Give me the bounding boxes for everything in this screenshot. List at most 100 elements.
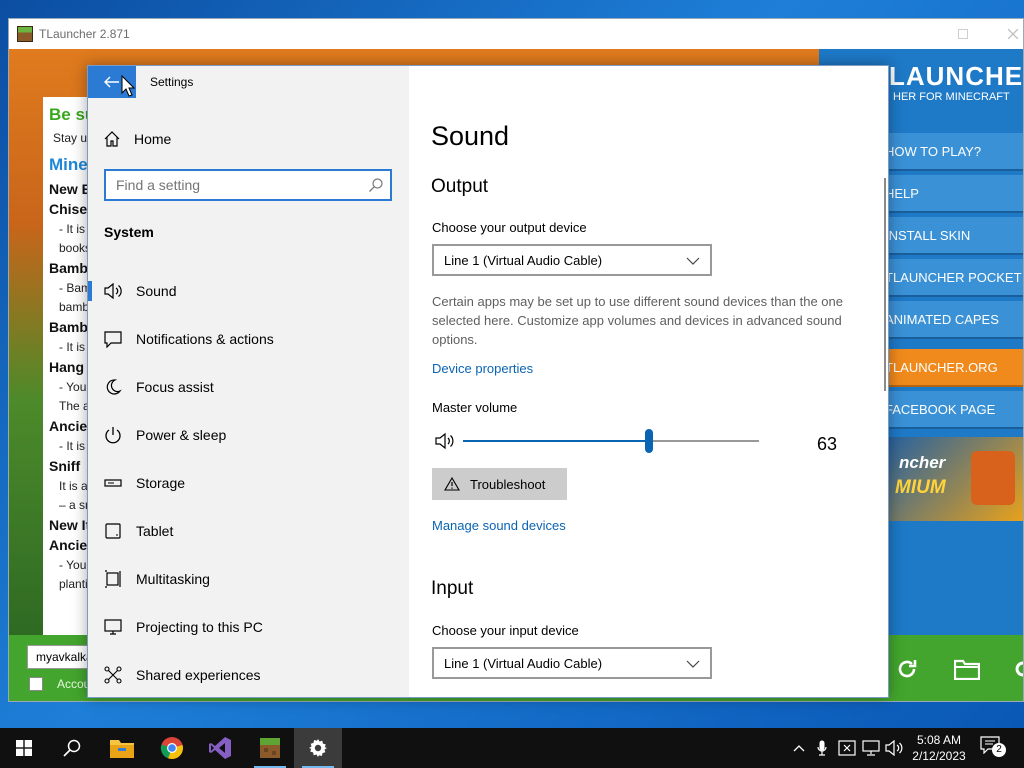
sidebar-item-focus-assist[interactable]: Focus assist (88, 365, 409, 409)
tlauncher-close-button[interactable] (993, 19, 1023, 49)
taskbar-search-button[interactable] (48, 728, 96, 768)
microphone-icon (817, 740, 827, 756)
input-device-label: Choose your input device (432, 623, 579, 638)
sidebar-item-label: Focus assist (136, 379, 214, 395)
tlauncher-menu-item[interactable]: INSTALL SKIN (879, 217, 1023, 255)
back-arrow-icon (104, 76, 119, 88)
sidebar-item-label: Sound (136, 283, 177, 299)
sidebar-item-label: Multitasking (136, 571, 210, 587)
home-icon (104, 131, 120, 147)
sidebar-item-projecting-to-this-pc[interactable]: Projecting to this PC (88, 605, 409, 649)
sidebar-item-tablet[interactable]: Tablet (88, 509, 409, 553)
gear-icon (1015, 661, 1023, 677)
tray-network[interactable] (862, 738, 880, 758)
refresh-icon (898, 660, 917, 678)
master-volume-slider-thumb[interactable] (645, 429, 654, 453)
sidebar-item-shared-experiences[interactable]: Shared experiences (88, 653, 409, 697)
search-icon (63, 739, 81, 757)
tlauncher-menu-item[interactable]: TLAUNCHER POCKET (879, 259, 1023, 297)
section-heading: System (104, 224, 154, 240)
power-icon (105, 427, 121, 444)
premium-text: ncher (899, 453, 946, 472)
premium-banner[interactable]: ncher MIUM (879, 437, 1023, 521)
settings-sidebar: Settings Home System Sound Notifications … (88, 66, 409, 697)
notification-count-badge: 2 (992, 743, 1006, 757)
minecraft-icon (260, 738, 280, 758)
premium-text: MIUM (895, 477, 946, 498)
output-device-value: Line 1 (Virtual Audio Cable) (444, 252, 603, 268)
taskbar-visual-studio[interactable] (196, 728, 244, 768)
logo-tagline: HER FOR MINECRAFT (893, 91, 1010, 103)
taskbar-settings[interactable] (294, 728, 342, 768)
output-heading: Output (431, 176, 489, 197)
clock-date: 2/12/2023 (912, 749, 966, 763)
chevron-down-icon (686, 257, 700, 265)
moon-icon (106, 379, 122, 395)
input-device-value: Line 1 (Virtual Audio Cable) (444, 655, 603, 671)
shared-icon (104, 666, 122, 684)
tlauncher-menu-item[interactable]: ANIMATED CAPES (879, 301, 1023, 339)
sidebar-item-storage[interactable]: Storage (88, 461, 409, 505)
file-explorer-icon (110, 740, 134, 758)
content-scrollbar[interactable] (884, 178, 886, 391)
sidebar-item-label: Storage (136, 475, 186, 491)
action-center-button[interactable]: 2 (980, 736, 1010, 760)
home-label: Home (134, 131, 172, 147)
multitasking-icon (105, 570, 121, 588)
account-checkbox[interactable] (29, 677, 43, 691)
input-heading: Input (431, 578, 474, 599)
account-checkbox-label: Accou (57, 677, 91, 691)
home-nav-item[interactable]: Home (104, 128, 171, 150)
mouse-cursor-icon (121, 75, 135, 97)
sidebar-item-label: Tablet (136, 523, 174, 539)
speaker-icon[interactable] (435, 432, 455, 450)
logo-text: LAUNCHER (889, 61, 1024, 91)
network-icon (862, 740, 880, 756)
folder-button[interactable] (953, 655, 981, 683)
sidebar-item-multitasking[interactable]: Multitasking (88, 557, 409, 601)
visual-studio-icon (209, 737, 231, 759)
tlauncher-maximize-button[interactable] (943, 19, 983, 49)
gear-button[interactable] (1009, 655, 1023, 683)
settings-window: Settings Home System Sound Notifications … (87, 65, 889, 698)
storage-icon (104, 479, 122, 487)
settings-gear-icon (309, 739, 327, 757)
tray-security[interactable] (838, 738, 856, 758)
tlauncher-menu-item[interactable]: HELP (879, 175, 1023, 213)
taskbar: 5:08 AM 2/12/2023 2 (0, 728, 1024, 768)
sidebar-item-label: Power & sleep (136, 427, 227, 443)
search-icon (369, 178, 383, 192)
output-device-select[interactable]: Line 1 (Virtual Audio Cable) (432, 244, 712, 276)
tlauncher-titlebar: TLauncher 2.871 (9, 19, 1023, 49)
sidebar-item-sound[interactable]: Sound (88, 269, 409, 313)
sidebar-item-label: Notifications & actions (136, 331, 274, 347)
troubleshoot-button[interactable]: Troubleshoot (432, 468, 567, 500)
refresh-button[interactable] (893, 655, 921, 683)
device-properties-link[interactable]: Device properties (432, 361, 533, 376)
tlauncher-menu-item[interactable]: TLAUNCHER.ORG (879, 349, 1023, 387)
search-box[interactable] (104, 169, 392, 201)
taskbar-clock[interactable]: 5:08 AM 2/12/2023 (908, 732, 970, 764)
show-hidden-icons-button[interactable] (790, 738, 808, 758)
tray-volume[interactable] (885, 738, 903, 758)
manage-sound-devices-link[interactable]: Manage sound devices (432, 518, 566, 533)
sidebar-item-notifications-actions[interactable]: Notifications & actions (88, 317, 409, 361)
taskbar-minecraft[interactable] (246, 728, 294, 768)
tlauncher-menu-item[interactable]: HOW TO PLAY? (879, 133, 1023, 171)
master-volume-value: 63 (817, 434, 838, 454)
master-volume-slider[interactable] (463, 440, 759, 442)
taskbar-chrome[interactable] (148, 728, 196, 768)
taskbar-file-explorer[interactable] (98, 728, 146, 768)
start-button[interactable] (0, 728, 48, 768)
premium-character-icon (971, 451, 1015, 505)
sidebar-item-power-sleep[interactable]: Power & sleep (88, 413, 409, 457)
chevron-down-icon (686, 660, 700, 668)
tray-microphone[interactable] (813, 738, 831, 758)
tlauncher-menu-item[interactable]: FACEBOOK PAGE (879, 391, 1023, 429)
search-input[interactable] (106, 171, 356, 199)
close-icon (1008, 29, 1018, 39)
chrome-icon (160, 737, 183, 760)
input-device-select[interactable]: Line 1 (Virtual Audio Cable) (432, 647, 712, 679)
clock-time: 5:08 AM (916, 733, 962, 747)
output-description: Certain apps may be set up to use differ… (432, 294, 843, 347)
